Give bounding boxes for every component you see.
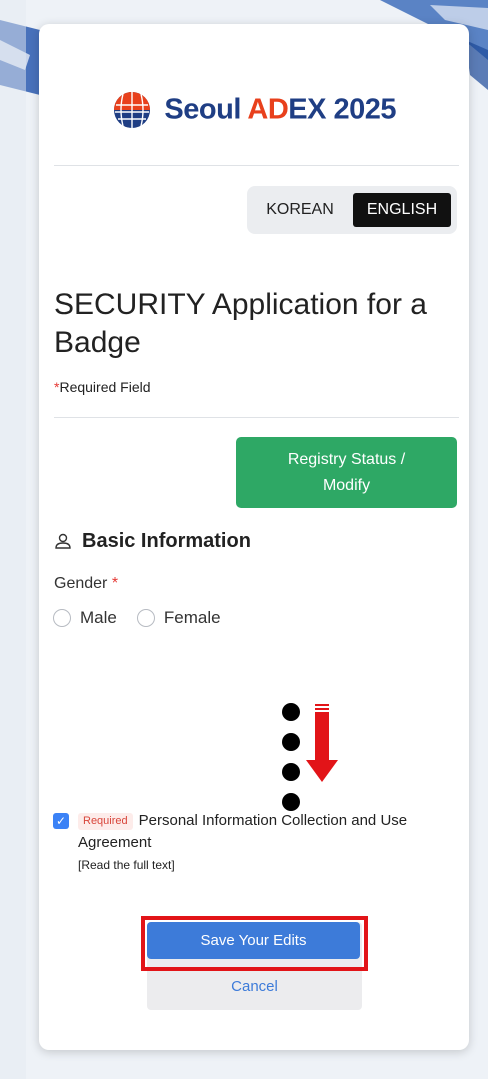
page-title: SECURITY Application for a Badge [54,288,427,359]
gender-male-radio[interactable] [53,609,71,627]
gender-female-label[interactable]: Female [164,608,221,628]
user-icon [55,533,71,549]
globe-logo-icon [113,92,150,128]
lang-korean-button[interactable]: KOREAN [252,193,348,227]
down-arrow-icon [306,704,338,782]
brand-name: Seoul ADEX 2025 [164,93,397,126]
cancel-button[interactable]: Cancel [147,968,362,1006]
ellipsis-indicator [282,703,300,823]
section-heading: Basic Information [54,526,251,556]
read-full-text-link[interactable]: [Read the full text] [78,858,458,872]
divider [54,165,459,166]
save-button-highlight [141,916,368,971]
gender-male-label[interactable]: Male [80,608,117,628]
divider [54,417,459,418]
form-card: Seoul ADEX 2025 KOREAN ENGLISH SECURITY … [39,24,469,1050]
ellipsis-dot [282,733,300,751]
required-field-note: *Required Field [54,379,151,395]
ellipsis-dot [282,763,300,781]
checkmark-icon[interactable]: ✓ [53,813,69,829]
ellipsis-dot [282,703,300,721]
consent-agreement: ✓ Required Personal Information Collectio… [53,810,458,872]
language-toggle: KOREAN ENGLISH [247,186,457,234]
lang-english-button[interactable]: ENGLISH [353,193,451,227]
required-badge: Required [78,813,133,830]
gender-label: Gender * [54,575,119,592]
gender-female-radio[interactable] [136,609,155,627]
ellipsis-dot [282,793,300,811]
brand-logo[interactable]: Seoul ADEX 2025 [39,90,469,130]
gender-radio-group: Male Female [53,608,221,628]
registry-status-button[interactable]: Registry Status / Modify [236,437,457,508]
